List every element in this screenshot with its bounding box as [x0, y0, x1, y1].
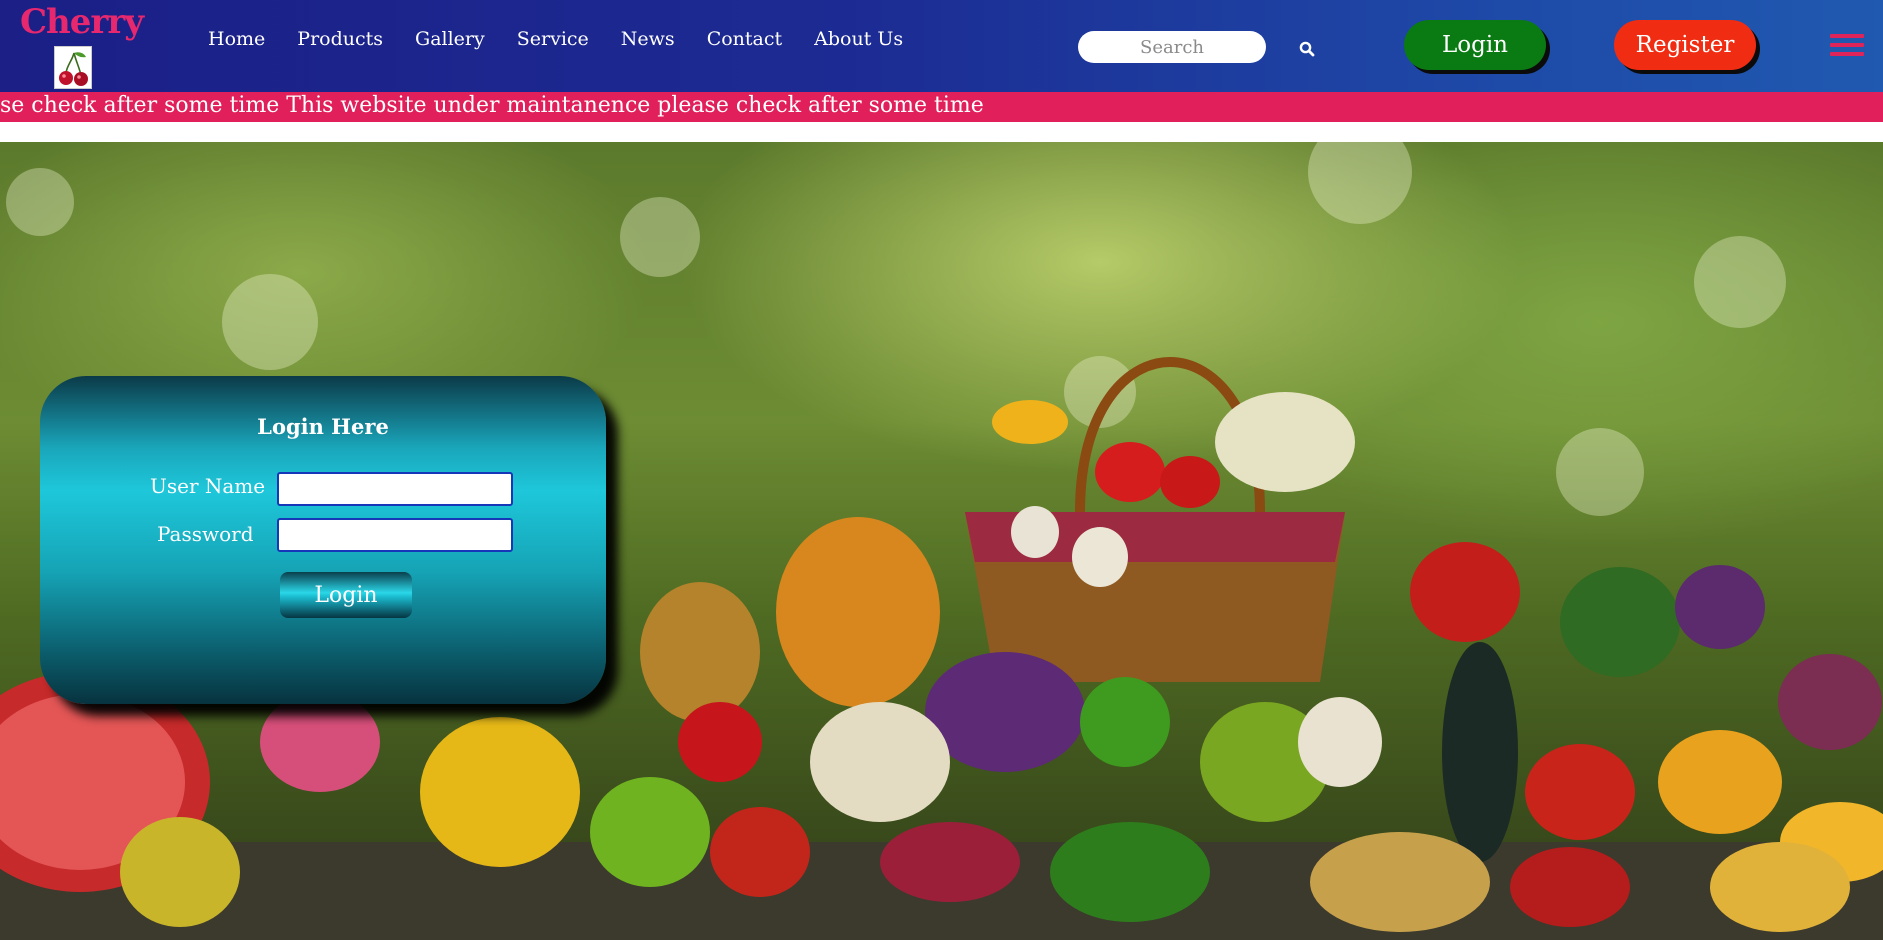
brand[interactable]: Cherry [20, 2, 144, 90]
login-card: Login Here User Name Password Login [40, 376, 606, 704]
marquee-text: se check after some time This website un… [0, 93, 984, 118]
login-title: Login Here [257, 414, 389, 439]
brand-name[interactable]: Cherry [20, 2, 144, 42]
nav-home[interactable]: Home [208, 28, 265, 50]
cherry-icon[interactable] [54, 46, 92, 89]
maintenance-marquee: se check after some time This website un… [0, 92, 1883, 122]
divider-strip [0, 122, 1883, 142]
nav-gallery[interactable]: Gallery [415, 28, 485, 50]
nav-news[interactable]: News [621, 28, 675, 50]
nav-about-us[interactable]: About Us [814, 28, 903, 50]
username-label: User Name [150, 474, 266, 498]
login-button[interactable]: Login [1404, 20, 1546, 70]
main-nav: Home Products Gallery Service News Conta… [208, 28, 935, 50]
nav-contact[interactable]: Contact [707, 28, 782, 50]
nav-products[interactable]: Products [297, 28, 383, 50]
password-label: Password [157, 522, 254, 546]
hamburger-menu-icon[interactable] [1830, 34, 1864, 58]
search-icon[interactable] [1298, 40, 1316, 58]
register-button[interactable]: Register [1614, 20, 1756, 70]
password-input[interactable] [277, 518, 513, 552]
site-header: Cherry Home Products Gallery Service New… [0, 0, 1883, 92]
login-submit-button[interactable]: Login [280, 572, 412, 618]
nav-service[interactable]: Service [517, 28, 589, 50]
username-input[interactable] [277, 472, 513, 506]
search-input[interactable] [1078, 31, 1266, 63]
